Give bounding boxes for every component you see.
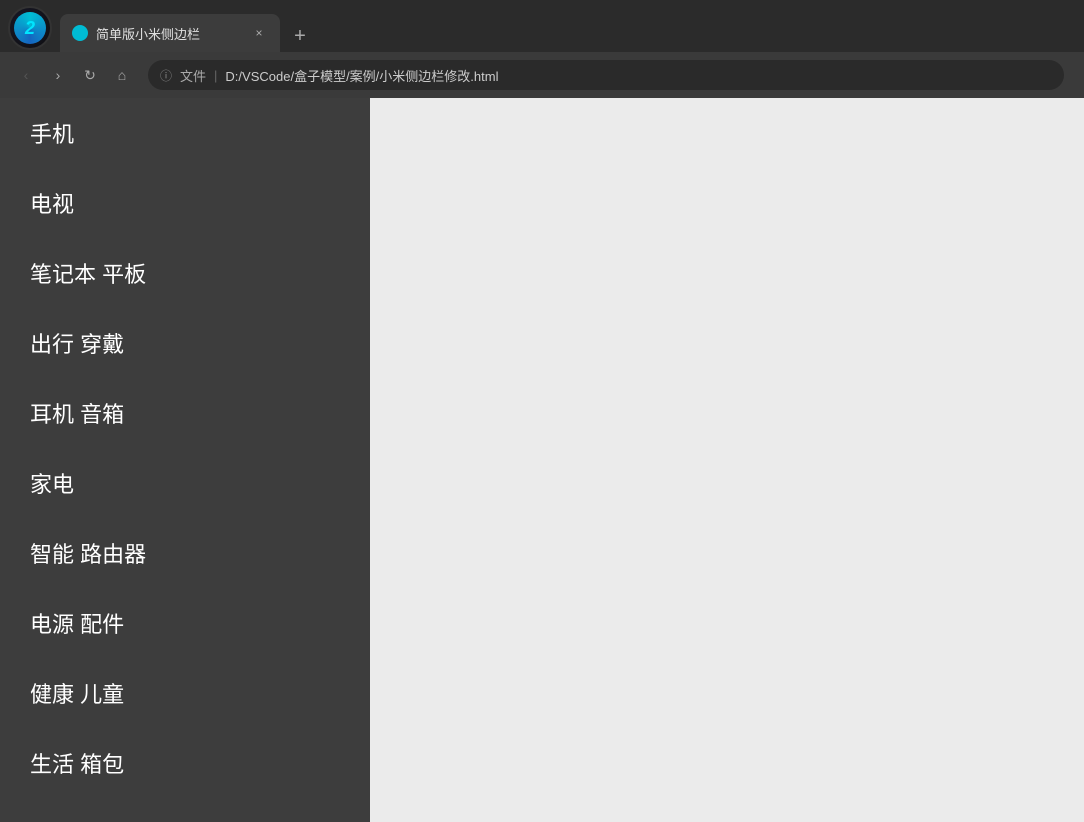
address-url: D:/VSCode/盒子模型/案例/小米侧边栏修改.html	[225, 66, 498, 85]
tab-favicon-icon	[72, 25, 88, 41]
tab-item-active[interactable]: 简单版小米侧边栏 ×	[60, 14, 280, 52]
main-content	[370, 98, 1084, 822]
address-file-label: 文件	[180, 66, 206, 85]
sidebar-item-label-4: 耳机 音箱	[30, 397, 124, 429]
sidebar-item-4[interactable]: 耳机 音箱	[0, 378, 370, 448]
forward-button[interactable]: ›	[44, 61, 72, 89]
address-info-icon: ⓘ	[160, 67, 172, 84]
browser-window: 简单版小米侧边栏 × + ‹ › ↻ ⌂ ⓘ 文件 | D:/VSCode/盒子…	[0, 0, 1084, 822]
nav-bar: ‹ › ↻ ⌂ ⓘ 文件 | D:/VSCode/盒子模型/案例/小米侧边栏修改…	[0, 52, 1084, 98]
browser-logo	[8, 6, 52, 50]
tab-close-button[interactable]: ×	[250, 24, 268, 42]
sidebar-item-label-5: 家电	[30, 467, 74, 499]
sidebar-item-label-2: 笔记本 平板	[30, 257, 146, 289]
sidebar-item-label-6: 智能 路由器	[30, 537, 146, 569]
content-area: 手机电视笔记本 平板出行 穿戴耳机 音箱家电智能 路由器电源 配件健康 儿童生活…	[0, 98, 1084, 822]
sidebar: 手机电视笔记本 平板出行 穿戴耳机 音箱家电智能 路由器电源 配件健康 儿童生活…	[0, 98, 370, 822]
sidebar-item-label-0: 手机	[30, 117, 74, 149]
sidebar-item-label-3: 出行 穿戴	[30, 327, 124, 359]
new-tab-button[interactable]: +	[284, 20, 316, 52]
sidebar-item-label-7: 电源 配件	[30, 607, 124, 639]
home-button[interactable]: ⌂	[108, 61, 136, 89]
tab-title: 简单版小米侧边栏	[96, 24, 242, 43]
address-separator: |	[214, 68, 217, 83]
tab-bar: 简单版小米侧边栏 × +	[0, 0, 1084, 52]
address-bar[interactable]: ⓘ 文件 | D:/VSCode/盒子模型/案例/小米侧边栏修改.html	[148, 60, 1064, 90]
sidebar-item-2[interactable]: 笔记本 平板	[0, 238, 370, 308]
sidebar-item-label-8: 健康 儿童	[30, 677, 124, 709]
sidebar-item-9[interactable]: 生活 箱包	[0, 728, 370, 798]
sidebar-item-6[interactable]: 智能 路由器	[0, 518, 370, 588]
sidebar-item-label-9: 生活 箱包	[30, 747, 124, 779]
back-button[interactable]: ‹	[12, 61, 40, 89]
sidebar-item-3[interactable]: 出行 穿戴	[0, 308, 370, 378]
sidebar-item-0[interactable]: 手机	[0, 98, 370, 168]
sidebar-item-1[interactable]: 电视	[0, 168, 370, 238]
sidebar-item-label-1: 电视	[30, 187, 74, 219]
sidebar-item-8[interactable]: 健康 儿童	[0, 658, 370, 728]
reload-button[interactable]: ↻	[76, 61, 104, 89]
sidebar-item-5[interactable]: 家电	[0, 448, 370, 518]
sidebar-item-7[interactable]: 电源 配件	[0, 588, 370, 658]
